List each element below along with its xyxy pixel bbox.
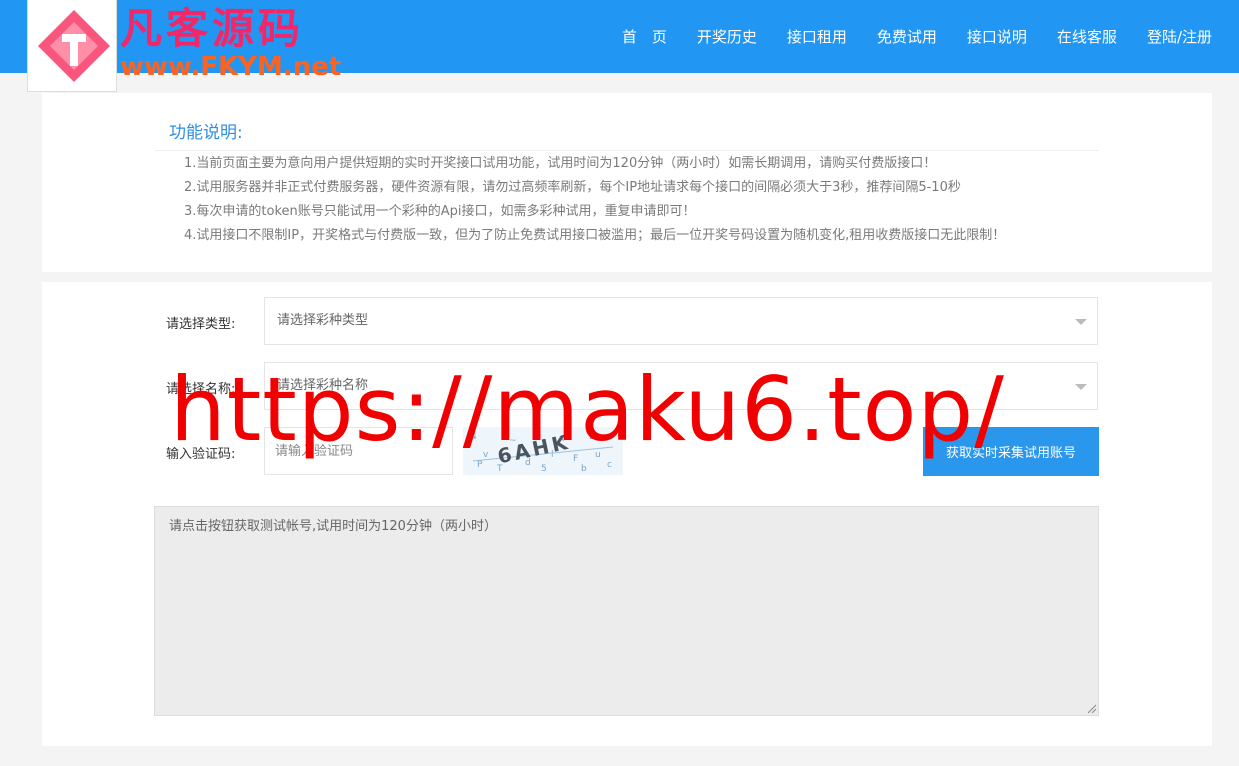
divider [155, 150, 1099, 151]
main-nav: 首 页 开奖历史 接口租用 免费试用 接口说明 在线客服 登陆/注册 [622, 0, 1239, 73]
svg-text:5: 5 [541, 464, 547, 474]
svg-text:b: b [581, 464, 587, 474]
logo-url: www.FKYM.net [120, 52, 342, 82]
nav-online-support[interactable]: 在线客服 [1057, 26, 1117, 47]
info-line: 2.试用服务器并非正式付费服务器，硬件资源有限，请勿过高频率刷新，每个IP地址请… [184, 180, 961, 195]
resize-handle-icon[interactable] [1087, 704, 1097, 714]
name-select[interactable]: 请选择彩种名称 [264, 362, 1098, 410]
chevron-down-icon [1075, 319, 1087, 325]
captcha-label: 输入验证码: [166, 447, 236, 462]
info-title: 功能说明: [169, 123, 243, 143]
nav-free-trial[interactable]: 免费试用 [877, 26, 937, 47]
info-card: 功能说明: 1.当前页面主要为意向用户提供短期的实时开奖接口试用功能，试用时间为… [42, 93, 1212, 272]
nav-draw-history[interactable]: 开奖历史 [697, 26, 757, 47]
get-trial-account-button[interactable]: 获取实时采集试用账号 [923, 427, 1099, 476]
type-select-value: 请选择彩种类型 [277, 313, 369, 328]
info-line: 1.当前页面主要为意向用户提供短期的实时开奖接口试用功能，试用时间为120分钟（… [184, 156, 937, 171]
type-label: 请选择类型: [166, 317, 236, 332]
trial-form-card: 请选择类型: 请选择彩种类型 请选择名称: 请选择彩种名称 输入验证码: 4vT… [42, 282, 1212, 746]
logo-title: 凡客源码 [120, 4, 305, 53]
svg-text:u: u [595, 450, 601, 460]
nav-login-register[interactable]: 登陆/注册 [1147, 26, 1212, 47]
svg-text:4: 4 [471, 432, 477, 442]
nav-api-docs[interactable]: 接口说明 [967, 26, 1027, 47]
svg-text:2: 2 [589, 432, 595, 442]
top-navigation-bar: 凡客源码 www.FKYM.net 首 页 开奖历史 接口租用 免费试用 接口说… [0, 0, 1239, 92]
captcha-input[interactable] [264, 427, 453, 475]
svg-text:F: F [573, 454, 578, 464]
svg-text:P: P [477, 460, 483, 470]
name-select-value: 请选择彩种名称 [277, 378, 369, 393]
result-textarea[interactable]: 请点击按钮获取测试帐号,试用时间为120分钟（两小时） [154, 506, 1099, 716]
captcha-image[interactable]: 4vT ~ d 5 xF2 ubc Pjl 6AHK [463, 427, 623, 475]
logo-icon [38, 10, 110, 82]
info-list: 1.当前页面主要为意向用户提供短期的实时开奖接口试用功能，试用时间为120分钟（… [184, 152, 1005, 248]
name-label: 请选择名称: [166, 382, 236, 397]
type-select[interactable]: 请选择彩种类型 [264, 297, 1098, 345]
nav-home[interactable]: 首 页 [622, 26, 667, 47]
nav-api-rental[interactable]: 接口租用 [787, 26, 847, 47]
svg-text:v: v [483, 450, 489, 460]
chevron-down-icon [1075, 384, 1087, 390]
svg-text:c: c [607, 460, 612, 470]
info-line: 3.每次申请的token账号只能试用一个彩种的Api接口，如需多彩种试用，重复申… [184, 204, 696, 219]
info-line: 4.试用接口不限制IP，开奖格式与付费版一致，但为了防止免费试用接口被滥用；最后… [184, 228, 1006, 243]
